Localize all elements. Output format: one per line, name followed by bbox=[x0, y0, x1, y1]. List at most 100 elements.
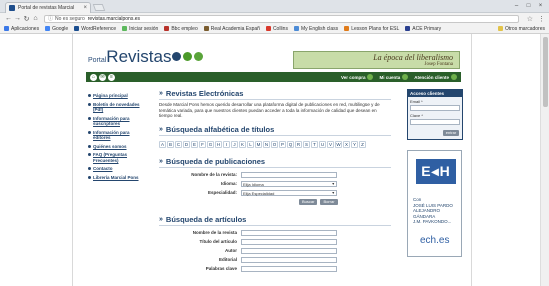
alphabet-letter-link[interactable]: D bbox=[183, 140, 190, 148]
sitemap-nav-icon[interactable]: ≡ bbox=[108, 73, 115, 81]
section-title-text: Búsqueda alfabética de títulos bbox=[165, 124, 275, 134]
menu-icon[interactable]: ⋮ bbox=[538, 15, 545, 23]
search-button[interactable]: Buscar bbox=[299, 198, 318, 205]
alphabet-letter-link[interactable]: Y bbox=[351, 140, 358, 148]
back-icon[interactable]: ← bbox=[4, 15, 13, 22]
alphabet-letter-link[interactable]: B bbox=[167, 140, 174, 148]
site-logo[interactable]: Portal Revistas bbox=[88, 47, 171, 67]
alphabet-letter-link[interactable]: A bbox=[159, 140, 166, 148]
sidebar-item-publishers[interactable]: Información para editores bbox=[88, 130, 144, 141]
bookmark-item[interactable]: WordReference bbox=[74, 26, 116, 32]
alphabet-letter-link[interactable]: X bbox=[343, 140, 350, 148]
nav-account-link[interactable]: Mi cuenta bbox=[379, 74, 409, 80]
info-icon[interactable]: ⓘ bbox=[48, 15, 53, 22]
security-label: No es seguro bbox=[55, 15, 85, 22]
other-bookmarks-label: Otros marcadores bbox=[504, 25, 545, 32]
logo-dot-icon bbox=[172, 52, 181, 61]
advertisement-banner[interactable]: E◂H Con JOSÉ LUIS PARDO ALEJANDRO GÁNDAR… bbox=[407, 150, 462, 257]
browser-tab[interactable]: Portal de revistas Marcial × bbox=[5, 2, 91, 13]
sidebar-item-subscribers[interactable]: Información para suscriptores bbox=[88, 116, 144, 127]
new-tab-button[interactable] bbox=[92, 4, 106, 11]
sidebar-item-contact[interactable]: Contacto bbox=[88, 166, 144, 172]
cart-icon bbox=[367, 74, 374, 80]
alphabet-letter-link[interactable]: J bbox=[231, 140, 238, 148]
alphabet-letter-link[interactable]: C bbox=[175, 140, 182, 148]
article-journal-input[interactable] bbox=[241, 229, 337, 236]
sidebar-item-label: Contacto bbox=[93, 166, 113, 171]
sidebar-item-bookstore[interactable]: Librería Marcial Pons bbox=[88, 175, 144, 181]
forward-icon[interactable]: → bbox=[13, 15, 22, 22]
clear-button[interactable]: Borrar bbox=[320, 198, 338, 205]
alphabet-letter-link[interactable]: P bbox=[279, 140, 286, 148]
sidebar-item-home[interactable]: Página principal bbox=[88, 93, 144, 99]
minimize-button[interactable]: – bbox=[512, 2, 521, 10]
maximize-button[interactable]: □ bbox=[524, 2, 533, 10]
folder-icon bbox=[497, 26, 503, 31]
alphabet-letter-link[interactable]: L bbox=[247, 140, 254, 148]
alphabet-letter-link[interactable]: T bbox=[311, 140, 318, 148]
alphabet-letter-link[interactable]: N bbox=[263, 140, 270, 148]
bookmark-item[interactable]: Google bbox=[45, 26, 68, 32]
bookmark-item[interactable]: Lesson Plans for ESL bbox=[344, 26, 399, 32]
alphabet-letter-link[interactable]: F bbox=[199, 140, 206, 148]
section-title-text: Revistas Electrónicas bbox=[165, 89, 244, 98]
nav-support-label: Atención cliente bbox=[414, 74, 449, 80]
alphabet-letter-link[interactable]: U bbox=[319, 140, 326, 148]
section-title: » Búsqueda de artículos bbox=[159, 215, 391, 226]
nav-cart-link[interactable]: Ver compra bbox=[341, 74, 374, 80]
page-scrollbar[interactable] bbox=[540, 34, 549, 286]
home-icon[interactable]: ⌂ bbox=[31, 15, 40, 22]
alphabet-letter-link[interactable]: K bbox=[239, 140, 246, 148]
language-select[interactable]: Elija Idioma bbox=[241, 180, 337, 187]
mail-nav-icon[interactable]: ✉ bbox=[99, 73, 106, 81]
login-button[interactable]: entrar bbox=[443, 130, 459, 136]
bullet-icon bbox=[88, 130, 91, 134]
close-window-button[interactable]: × bbox=[536, 2, 545, 10]
alphabet-letter-link[interactable]: Q bbox=[287, 140, 294, 148]
publisher-input[interactable] bbox=[241, 256, 337, 263]
specialty-select[interactable]: Elija Especialidad bbox=[241, 189, 337, 196]
double-chevron-icon: » bbox=[159, 215, 163, 223]
url-bar[interactable]: ⓘ No es seguro revistas.marcialpons.es bbox=[44, 14, 519, 23]
login-box-title: Acceso clientes bbox=[408, 90, 462, 97]
bookmark-item[interactable]: My English class bbox=[293, 26, 338, 32]
bookmark-item[interactable]: Bbc empleo bbox=[164, 26, 198, 32]
author-input[interactable] bbox=[241, 247, 337, 254]
journal-name-input[interactable] bbox=[241, 171, 337, 178]
alphabet-letter-link[interactable]: S bbox=[303, 140, 310, 148]
alphabet-letter-link[interactable]: W bbox=[335, 140, 342, 148]
alphabet-letter-link[interactable]: V bbox=[327, 140, 334, 148]
alphabet-letter-link[interactable]: E bbox=[191, 140, 198, 148]
alphabet-letter-link[interactable]: I bbox=[223, 140, 230, 148]
alphabet-letter-link[interactable]: H bbox=[215, 140, 222, 148]
alphabet-letter-link[interactable]: R bbox=[295, 140, 302, 148]
password-field[interactable] bbox=[410, 119, 460, 125]
nav-support-link[interactable]: Atención cliente bbox=[414, 74, 457, 80]
home-nav-icon[interactable]: ⌂ bbox=[90, 73, 97, 81]
bookmark-item[interactable]: Real Academia Españ bbox=[203, 26, 260, 32]
sidebar-item-faq[interactable]: FAQ (Preguntas Frecuentes) bbox=[88, 152, 144, 163]
bookmark-item[interactable]: Collins bbox=[265, 26, 288, 32]
sidebar-item-newsletter[interactable]: Boletín de novedades (Pdf) bbox=[88, 102, 144, 113]
form-row: Palabras clave bbox=[169, 265, 391, 272]
sidebar-item-about[interactable]: Quiénes somos bbox=[88, 144, 144, 150]
scrollbar-thumb[interactable] bbox=[543, 37, 548, 107]
alphabet-letter-link[interactable]: Z bbox=[359, 140, 366, 148]
article-title-input[interactable] bbox=[241, 238, 337, 245]
star-icon[interactable]: ☆ bbox=[527, 15, 533, 23]
book-banner[interactable]: La época del liberalismo Josep Fontana bbox=[293, 51, 460, 69]
tab-close-icon[interactable]: × bbox=[83, 5, 90, 11]
alphabet-letter-link[interactable]: O bbox=[271, 140, 278, 148]
address-toolbar: ← → ↻ ⌂ ⓘ No es seguro revistas.marcialp… bbox=[0, 13, 549, 24]
alphabet-letter-link[interactable]: M bbox=[255, 140, 262, 148]
alphabet-letter-link[interactable]: G bbox=[207, 140, 214, 148]
logo-dot-icon bbox=[183, 52, 192, 61]
bookmark-item[interactable]: Iniciar sesión bbox=[122, 26, 158, 32]
rae-icon bbox=[203, 26, 209, 31]
reload-icon[interactable]: ↻ bbox=[22, 15, 31, 23]
bookmark-item[interactable]: Aplicaciones bbox=[4, 26, 39, 32]
keywords-input[interactable] bbox=[241, 265, 337, 272]
bookmark-item[interactable]: ACE Primary bbox=[405, 26, 441, 32]
other-bookmarks[interactable]: Otros marcadores bbox=[497, 25, 549, 32]
banner-title: La época del liberalismo bbox=[373, 53, 453, 62]
